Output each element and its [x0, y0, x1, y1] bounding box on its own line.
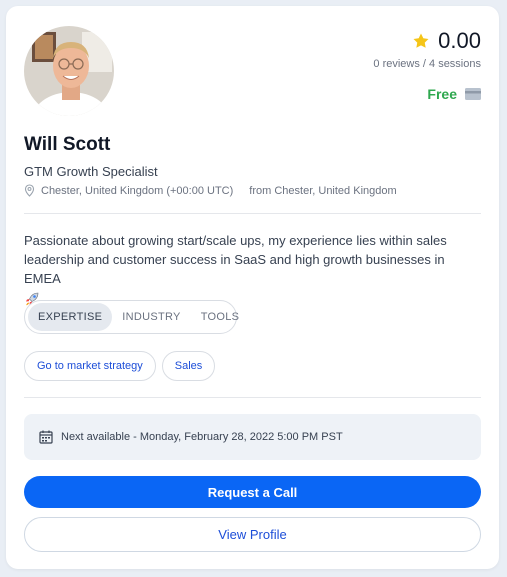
tab-expertise[interactable]: EXPERTISE [28, 303, 113, 331]
star-icon [413, 33, 429, 48]
category-tabs: EXPERTISE INDUSTRY TOOLS [24, 300, 239, 334]
divider [24, 397, 481, 398]
review-stats: 0 reviews / 4 sessions [373, 58, 481, 70]
location: Chester, United Kingdom (+00:00 UTC) fro… [24, 184, 397, 197]
chip-go-to-market-strategy[interactable]: Go to market strategy [24, 351, 156, 381]
chip-sales[interactable]: Sales [161, 351, 216, 381]
location-pin-icon [24, 184, 35, 197]
calendar-icon [39, 430, 53, 444]
divider [24, 213, 481, 214]
request-call-button[interactable]: Request a Call [24, 476, 481, 508]
mentor-name: Will Scott [24, 134, 111, 155]
credit-card-icon [465, 88, 481, 100]
availability-banner: Next available - Monday, February 28, 20… [24, 414, 481, 460]
mentor-card: 0.00 0 reviews / 4 sessions Free Will Sc… [6, 6, 499, 569]
tab-industry[interactable]: INDUSTRY [112, 303, 190, 331]
avatar[interactable] [24, 26, 114, 116]
availability-text: Next available - Monday, February 28, 20… [61, 431, 343, 443]
bio: Passionate about growing start/scale ups… [24, 231, 484, 307]
view-profile-button[interactable]: View Profile [24, 517, 481, 552]
mentor-title: GTM Growth Specialist [24, 164, 158, 179]
rating-value: 0.00 [438, 28, 481, 53]
expertise-chips: Go to market strategy Sales [24, 351, 216, 381]
price: Free [427, 86, 481, 102]
location-text: Chester, United Kingdom (+00:00 UTC) [41, 184, 234, 197]
tab-tools[interactable]: TOOLS [191, 303, 250, 331]
price-label: Free [427, 86, 457, 102]
rating: 0.00 [412, 28, 481, 54]
origin-text: from Chester, United Kingdom [249, 184, 397, 197]
bio-text: Passionate about growing start/scale ups… [24, 233, 447, 286]
